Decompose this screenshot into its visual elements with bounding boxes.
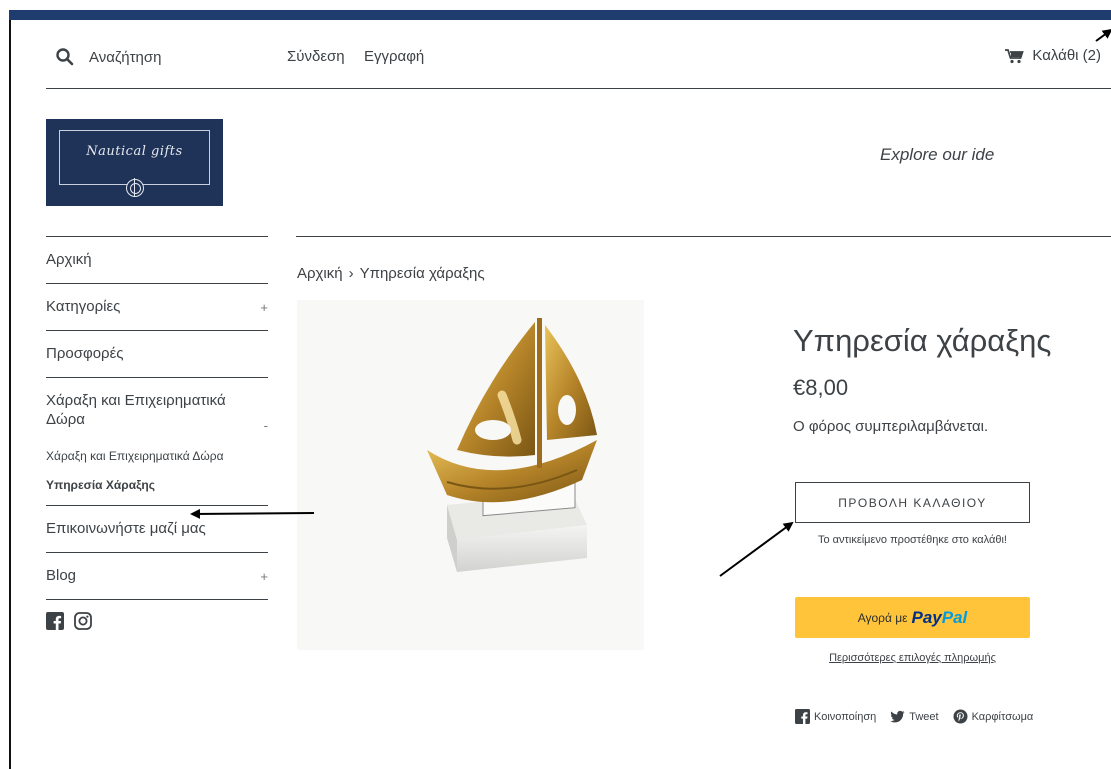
expand-toggle-icon[interactable]: + [260,298,268,317]
sidebar-item-contact[interactable]: Επικοινωνήστε μαζί μας [46,506,268,552]
breadcrumb-separator: › [348,265,354,282]
paypal-logo-pal: Pal [941,607,968,627]
annotation-arrow-cart-link [1095,28,1111,42]
login-link[interactable]: Σύνδεση [287,48,345,65]
sidebar-item-home[interactable]: Αρχική [46,237,268,283]
tax-note: Ο φόρος συμπεριλαμβάνεται. [793,418,989,435]
social-links [46,600,268,630]
paypal-checkout-button[interactable]: Αγορά με PayPal [795,597,1030,638]
more-payment-options-link[interactable]: Περισσότερες επιλογές πληρωμής [795,652,1030,664]
site-logo[interactable]: Nautical gifts [46,119,223,206]
share-facebook-label: Κοινοποίηση [814,710,877,723]
share-links: Κοινοποίηση Tweet Καρφίτσωμα [795,709,1033,724]
header-divider [46,88,1111,89]
sidebar-item-label: Επικοινωνήστε μαζί μας [46,520,206,537]
cart-icon [1005,48,1025,63]
tagline: Explore our ide [880,145,995,164]
share-twitter-button[interactable]: Tweet [890,709,939,724]
cart-label: Καλάθι (2) [1032,47,1101,64]
share-twitter-label: Tweet [909,710,939,723]
sidebar-item-engraving-gifts[interactable]: Χάραξη και Επιχειρηματικά Δώρα - [46,378,268,443]
logo-frame: Nautical gifts [59,130,210,185]
search-button[interactable]: Αναζήτηση [55,47,161,67]
paypal-logo: PayPal [912,608,968,628]
sidebar-item-blog[interactable]: Blog + [46,553,268,599]
paypal-logo-pay: Pay [911,607,942,627]
expand-toggle-icon[interactable]: + [260,567,268,586]
added-to-cart-message: Το αντικείμενο προστέθηκε στο καλάθι! [818,534,1007,546]
sidebar-item-label: Προσφορές [46,345,124,362]
sidebar-nav: Αρχική Κατηγορίες + Προσφορές Χάραξη και… [46,236,268,630]
facebook-icon [795,709,810,724]
compass-emblem-icon [125,178,144,197]
instagram-icon[interactable] [74,612,92,630]
breadcrumb-current: Υπηρεσία χάραξης [359,265,485,282]
cart-link[interactable]: Καλάθι (2) [1004,47,1101,64]
share-facebook-button[interactable]: Κοινοποίηση [795,709,876,724]
sidebar-item-label: Κατηγορίες [46,298,121,315]
product-price: €8,00 [793,375,849,400]
breadcrumb-home[interactable]: Αρχική [297,265,343,282]
logo-text: Nautical gifts [86,144,183,159]
register-link[interactable]: Εγγραφή [364,48,424,65]
view-cart-button[interactable]: ΠΡΟΒΟΛΗ ΚΑΛΑΘΙΟΥ [795,482,1030,523]
sidebar-subitem-engraving-gifts[interactable]: Χάραξη και Επιχειρηματικά Δώρα [46,443,268,463]
sidebar-item-offers[interactable]: Προσφορές [46,331,268,377]
product-image[interactable] [297,300,644,650]
annotation-arrow-cart-button [719,521,794,577]
twitter-icon [890,710,905,723]
share-pinterest-button[interactable]: Καρφίτσωμα [953,709,1034,724]
search-icon [56,48,74,66]
search-label: Αναζήτηση [89,48,162,66]
sailboat-figurine-illustration [427,318,597,572]
share-pinterest-label: Καρφίτσωμα [971,710,1034,723]
sidebar-item-label: Blog [46,567,77,584]
sidebar-item-label: Χάραξη και Επιχειρηματικά Δώρα [46,392,226,428]
pinterest-icon [953,709,968,724]
paypal-prefix: Αγορά με [857,610,908,625]
sidebar-item-label: Αρχική [46,251,92,268]
content-divider [296,236,1111,237]
frame-left-border [9,10,11,769]
collapse-toggle-icon[interactable]: - [264,416,268,435]
sidebar-subitem-engraving-service[interactable]: Υπηρεσία Χάραξης [46,463,268,505]
product-title: Υπηρεσία χάραξης [793,323,1052,358]
breadcrumb: Αρχική › Υπηρεσία χάραξης [297,265,485,282]
sidebar-item-categories[interactable]: Κατηγορίες + [46,284,268,330]
facebook-icon[interactable] [46,612,64,630]
frame-top-bar [9,10,1111,20]
